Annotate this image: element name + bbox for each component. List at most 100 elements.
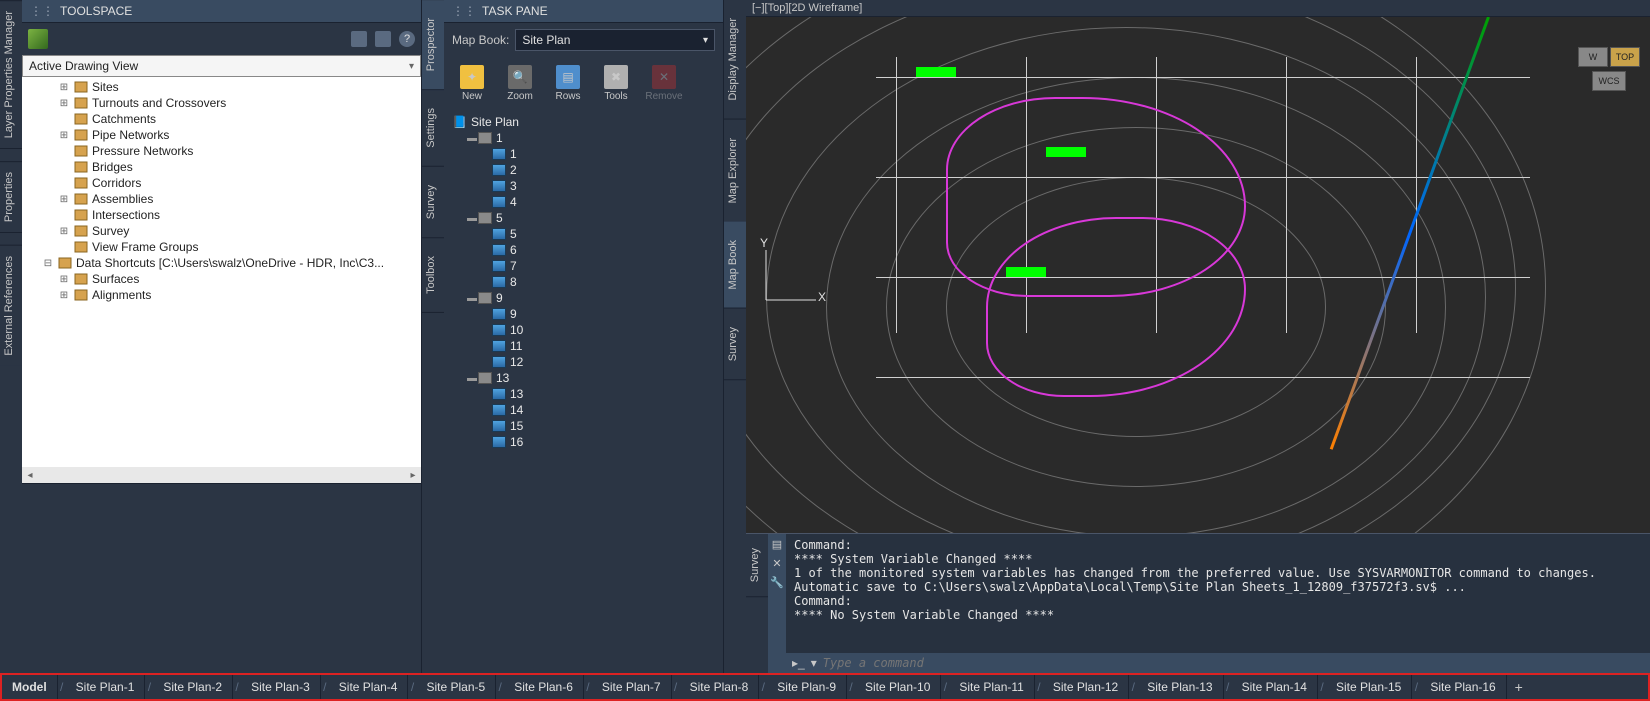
command-recent-icon[interactable]: ▤ [772,538,782,551]
mapbook-page[interactable]: 12 [452,354,715,370]
expand-icon[interactable]: ⊞ [58,274,70,285]
collapse-icon[interactable]: ▬ [466,293,478,304]
mapbook-page[interactable]: 11 [452,338,715,354]
layout-tab[interactable]: Site Plan-15 [1326,675,1412,699]
survey-side-tab[interactable]: Survey [422,167,444,238]
expand-icon[interactable]: ⊞ [58,82,70,93]
mapbook-page[interactable]: 8 [452,274,715,290]
scroll-right-arrow-icon[interactable]: ▸ [405,470,421,481]
tree-item[interactable]: Intersections [22,207,421,223]
layout-tab[interactable]: Site Plan-7 [592,675,672,699]
tools-button[interactable]: ✖Tools [594,61,638,106]
prospector-side-tab[interactable]: Prospector [422,0,444,90]
mapbook-page[interactable]: 7 [452,258,715,274]
tree-item[interactable]: ⊟Data Shortcuts [C:\Users\swalz\OneDrive… [22,255,421,271]
mapbook-page[interactable]: 1 [452,146,715,162]
viewcube-w[interactable]: W [1578,47,1608,67]
mapbook-group[interactable]: ▬9 [452,290,715,306]
tree-item[interactable]: View Frame Groups [22,239,421,255]
tree-item[interactable]: Pressure Networks [22,143,421,159]
command-dropdown-icon[interactable]: ▾ [811,656,817,670]
layout-tab[interactable]: Site Plan-5 [416,675,496,699]
map-book-side-tab[interactable]: Map Book [724,222,746,309]
command-input[interactable] [823,656,1644,670]
layout-tab[interactable]: Site Plan-13 [1137,675,1223,699]
mapbook-page[interactable]: 3 [452,178,715,194]
drag-grip-icon[interactable]: ⋮⋮ [30,4,54,18]
tree-horizontal-scrollbar[interactable]: ◂ ▸ [22,467,421,483]
layout-tab[interactable]: Site Plan-8 [680,675,760,699]
expand-icon[interactable]: ⊞ [58,130,70,141]
layout-tab[interactable]: Site Plan-2 [153,675,233,699]
mapbook-page[interactable]: 13 [452,386,715,402]
help-icon[interactable]: ? [399,31,415,47]
command-close-icon[interactable]: ✕ [772,557,781,570]
drag-grip-icon[interactable]: ⋮⋮ [452,4,476,18]
tree-view-icon[interactable] [351,31,367,47]
layout-tab[interactable]: Site Plan-6 [504,675,584,699]
expand-icon[interactable]: ⊞ [58,290,70,301]
mapbook-page[interactable]: 9 [452,306,715,322]
collapse-icon[interactable]: ▬ [466,373,478,384]
mapbook-page[interactable]: 16 [452,434,715,450]
new-button[interactable]: ✦New [450,61,494,106]
cmd-survey-side-tab[interactable]: Survey [746,534,768,597]
expand-icon[interactable]: ⊞ [58,98,70,109]
tree-item[interactable]: ⊞Assemblies [22,191,421,207]
mapbook-root[interactable]: 📘Site Plan [452,114,715,130]
layout-tab[interactable]: Site Plan-1 [66,675,146,699]
external-references-tab[interactable]: External References [0,245,22,366]
toolbox-side-tab[interactable]: Toolbox [422,238,444,313]
command-customize-icon[interactable]: 🔧 [770,576,784,589]
tree-item[interactable]: ⊞Survey [22,223,421,239]
add-layout-button[interactable]: + [1507,675,1531,699]
scroll-left-arrow-icon[interactable]: ◂ [22,470,38,481]
settings-side-tab[interactable]: Settings [422,90,444,167]
tree-item[interactable]: Bridges [22,159,421,175]
expand-icon[interactable]: ⊞ [58,194,70,205]
tree-item[interactable]: ⊞Turnouts and Crossovers [22,95,421,111]
mapbook-page[interactable]: 10 [452,322,715,338]
mapbook-tree[interactable]: 📘Site Plan▬11234▬55678▬99101112▬13131415… [444,110,723,673]
viewcube-top[interactable]: TOP [1610,47,1640,67]
prospector-tree[interactable]: ⊞Sites⊞Turnouts and CrossoversCatchments… [22,77,421,467]
tree-item[interactable]: Catchments [22,111,421,127]
mapbook-page[interactable]: 4 [452,194,715,210]
mapbook-page[interactable]: 15 [452,418,715,434]
layout-tab[interactable]: Site Plan-12 [1043,675,1129,699]
drawing-canvas[interactable]: Y X W TOP WCS [746,17,1650,533]
tree-item[interactable]: ⊞Surfaces [22,271,421,287]
rows-button[interactable]: ▤Rows [546,61,590,106]
tree-item[interactable]: Corridors [22,175,421,191]
command-history[interactable]: Command: **** System Variable Changed **… [786,534,1650,653]
mapbook-page[interactable]: 5 [452,226,715,242]
tree-item[interactable]: ⊞Sites [22,79,421,95]
collapse-icon[interactable]: ▬ [466,133,478,144]
layout-tab[interactable]: Site Plan-14 [1232,675,1318,699]
viewcube-wcs[interactable]: WCS [1592,71,1626,91]
layer-properties-tab[interactable]: Layer Properties Manager [0,0,22,148]
collapse-icon[interactable]: ▬ [466,213,478,224]
mapbook-page[interactable]: 6 [452,242,715,258]
properties-tab[interactable]: Properties [0,161,22,232]
expand-icon[interactable]: ⊟ [42,258,54,269]
layout-tab[interactable]: Site Plan-9 [767,675,847,699]
tree-item[interactable]: ⊞Pipe Networks [22,127,421,143]
task-survey-side-tab[interactable]: Survey [724,309,746,380]
layout-tab[interactable]: Site Plan-4 [329,675,409,699]
model-tab[interactable]: Model [2,675,58,699]
zoom-button[interactable]: 🔍Zoom [498,61,542,106]
mapbook-page[interactable]: 2 [452,162,715,178]
viewcube[interactable]: W TOP WCS [1578,47,1640,91]
civil3d-leaf-icon[interactable] [28,29,48,49]
mapbook-group[interactable]: ▬5 [452,210,715,226]
list-view-icon[interactable] [375,31,391,47]
active-drawing-view-dropdown[interactable]: Active Drawing View ▾ [22,55,421,77]
layout-tab[interactable]: Site Plan-11 [949,675,1034,699]
mapbook-group[interactable]: ▬1 [452,130,715,146]
layout-tab[interactable]: Site Plan-3 [241,675,321,699]
mapbook-group[interactable]: ▬13 [452,370,715,386]
display-manager-side-tab[interactable]: Display Manager [724,0,746,120]
layout-tab[interactable]: Site Plan-16 [1420,675,1506,699]
map-explorer-side-tab[interactable]: Map Explorer [724,120,746,222]
